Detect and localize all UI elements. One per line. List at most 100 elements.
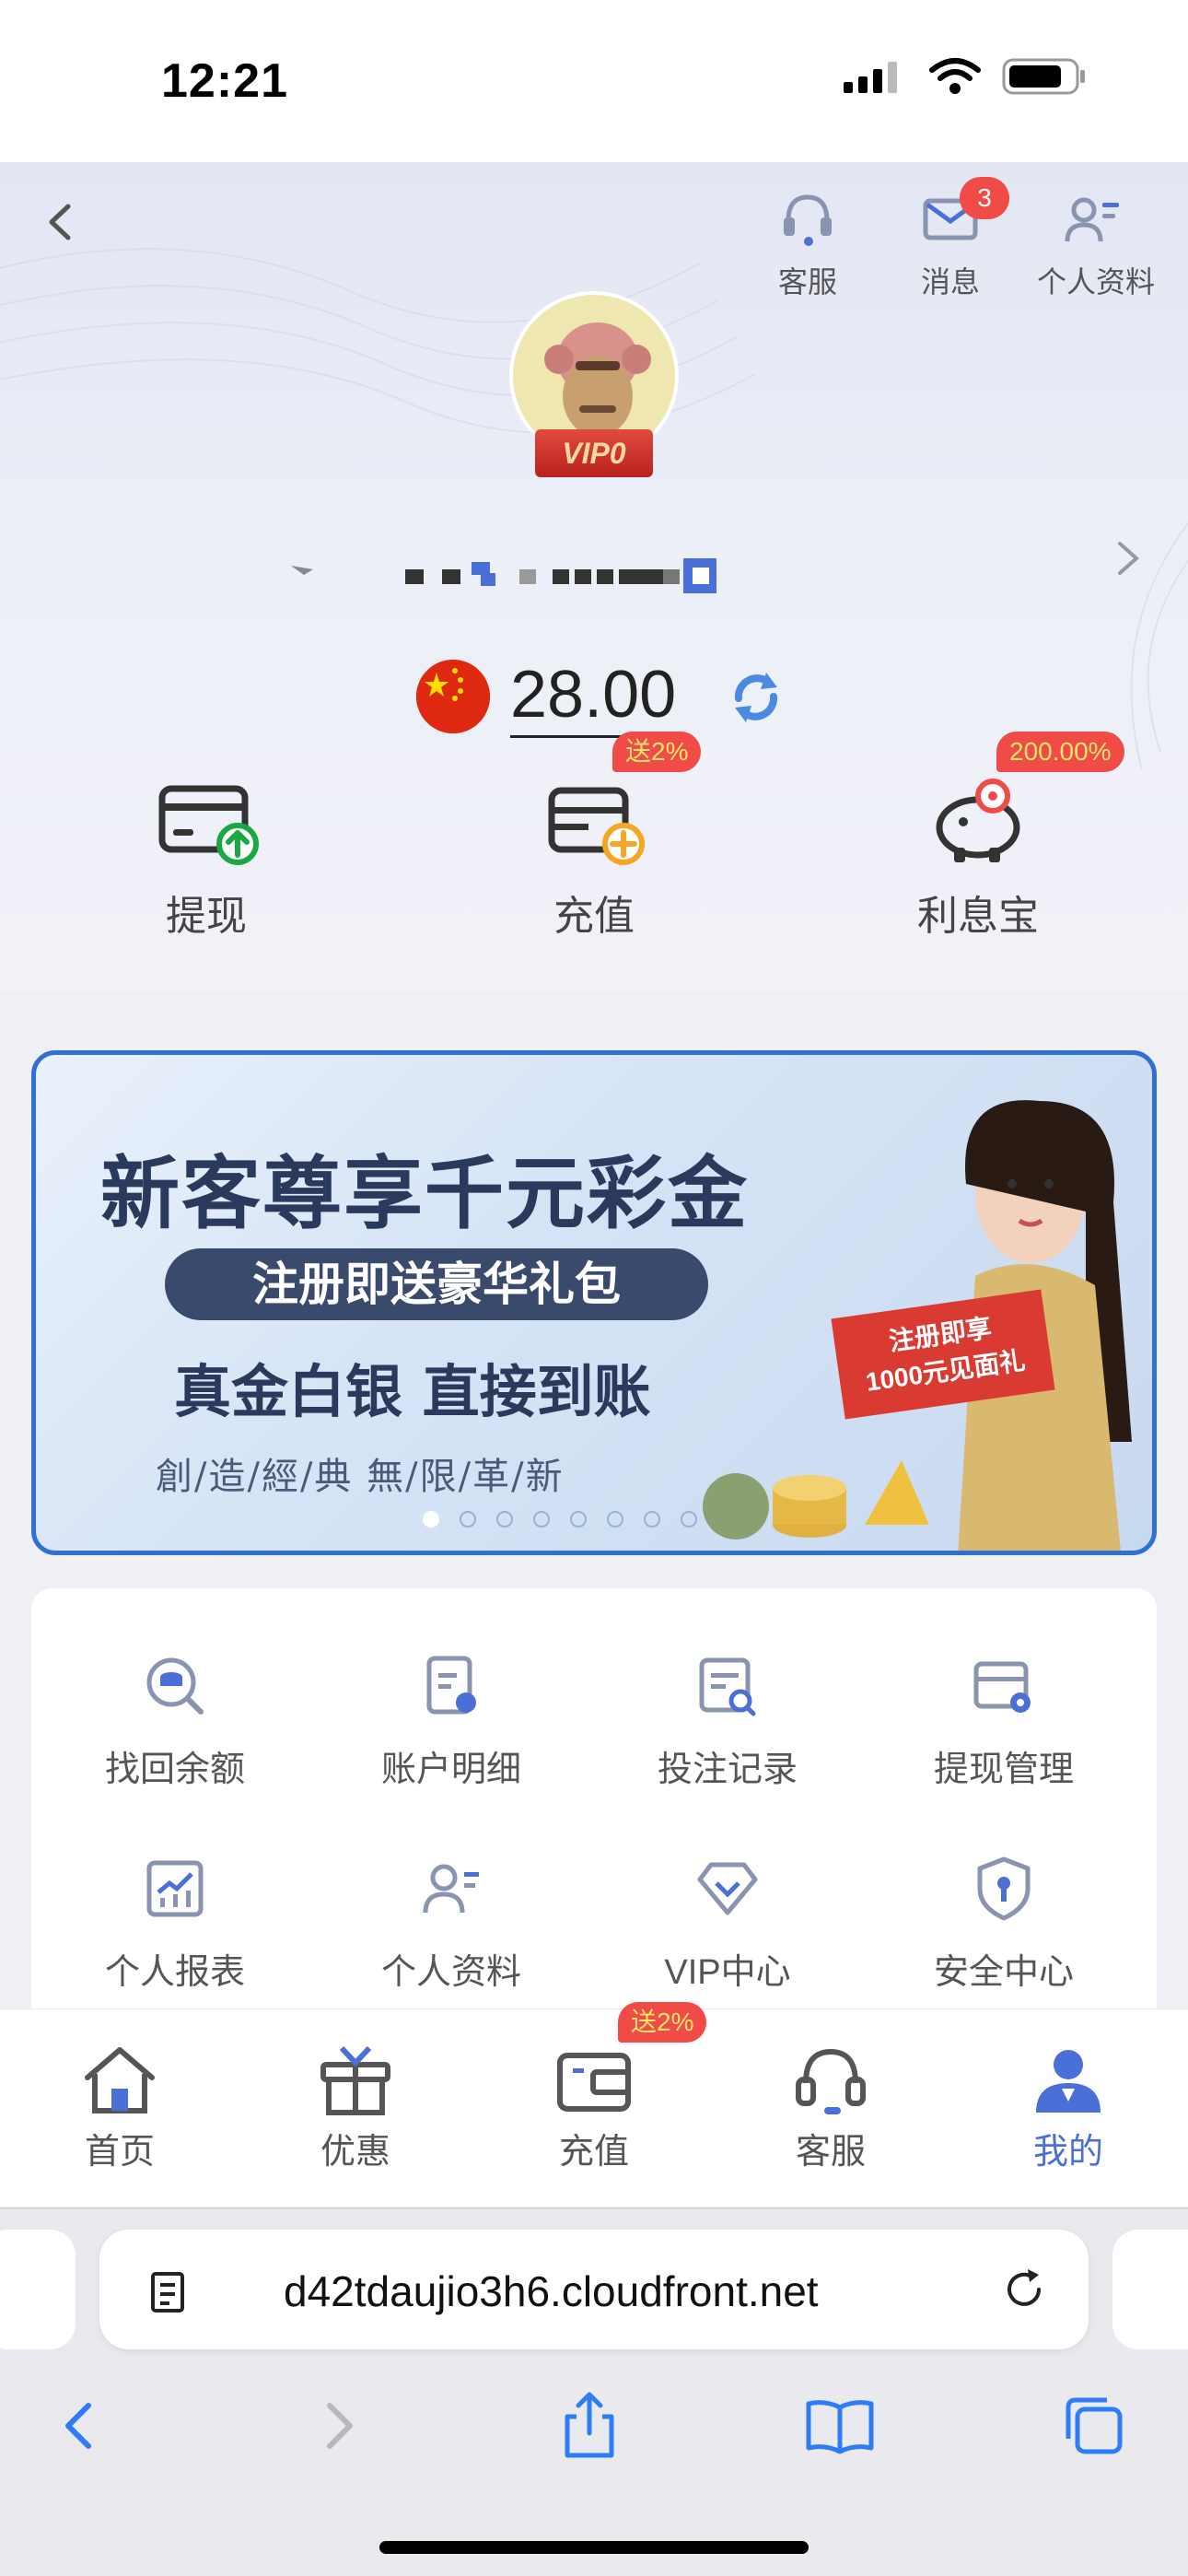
browser-forward-icon[interactable] — [302, 2389, 376, 2463]
address-bar[interactable]: d42tdaujio3h6.cloudfront.net — [99, 2230, 1089, 2349]
tab-label: 充值 — [558, 2133, 629, 2172]
home-icon — [85, 2047, 155, 2113]
withdraw-button[interactable]: 提现 — [96, 770, 317, 942]
profile-card-icon — [1065, 197, 1119, 242]
tab-label: 我的 — [1032, 2133, 1103, 2172]
deposit-label: 充值 — [553, 894, 635, 939]
withdraw-manage-icon — [973, 1661, 1031, 1713]
account-balance: 28.00 — [510, 658, 677, 738]
bet-records-icon — [699, 1657, 756, 1716]
carousel-dot[interactable] — [570, 1511, 587, 1528]
menu-label: 安全中心 — [933, 1953, 1074, 1992]
customer-service-button[interactable]: 客服 — [752, 186, 863, 301]
deposit-icon — [548, 787, 645, 865]
menu-label: 个人报表 — [104, 1953, 245, 1992]
menu-bet-records[interactable]: 投注记录 — [608, 1649, 847, 1791]
quick-actions: 提现 送2% 充值 200.00% 利息宝 — [0, 732, 1188, 954]
tab-label: 客服 — [795, 2133, 866, 2172]
menu-label: 个人资料 — [380, 1953, 521, 1992]
menu-label: 账户明细 — [380, 1751, 521, 1789]
next-tab-preview[interactable] — [1112, 2230, 1188, 2349]
reload-icon[interactable] — [996, 2262, 1052, 2317]
service-menu: 找回余额 账户明细 投注记录 提现管理 个人报表 个人资料 VIP中心 安全中心 — [31, 1588, 1157, 2012]
banner-subtitle: 真金白银 直接到账 — [174, 1358, 651, 1425]
menu-vip-center[interactable]: VIP中心 — [608, 1852, 847, 1994]
carousel-dot[interactable] — [644, 1511, 660, 1528]
menu-withdraw-manage[interactable]: 提现管理 — [884, 1649, 1124, 1791]
menu-personal-info[interactable]: 个人资料 — [332, 1852, 571, 1994]
carousel-dot[interactable] — [460, 1511, 476, 1528]
refresh-balance-icon[interactable] — [724, 665, 788, 730]
carousel-dot[interactable] — [533, 1511, 550, 1528]
promo-banner[interactable]: 新客尊享千元彩金 注册即送豪华礼包 真金白银 直接到账 創/造/經/典 無/限/… — [31, 1050, 1157, 1555]
vip-icon — [697, 1862, 758, 1915]
deposit-promo-badge: 送2% — [612, 732, 702, 772]
tab-home[interactable]: 首页 — [46, 2043, 193, 2173]
home-indicator — [379, 2541, 809, 2554]
banner-pill: 注册即送豪华礼包 — [165, 1248, 708, 1320]
deposit-button[interactable]: 送2% 充值 — [483, 732, 705, 942]
wifi-icon — [929, 58, 981, 94]
interest-promo-badge: 200.00% — [996, 732, 1124, 772]
carousel-dot[interactable] — [496, 1511, 513, 1528]
message-count-badge: 3 — [960, 177, 1009, 219]
tab-deposit-promo-badge: 送2% — [618, 2002, 707, 2043]
back-button[interactable] — [28, 190, 92, 254]
menu-security-center[interactable]: 安全中心 — [884, 1852, 1124, 1994]
personal-info-button[interactable]: 个人资料 — [1037, 186, 1156, 301]
menu-label: 找回余额 — [104, 1751, 245, 1789]
url-text: d42tdaujio3h6.cloudfront.net — [284, 2267, 819, 2315]
user-icon — [1036, 2050, 1101, 2113]
personal-info-label: 个人资料 — [1037, 265, 1156, 299]
banner-title: 新客尊享千元彩金 — [100, 1147, 749, 1240]
customer-service-label: 客服 — [777, 265, 837, 299]
bookmarks-icon[interactable] — [803, 2389, 877, 2463]
carousel-dot[interactable] — [423, 1511, 439, 1528]
headset-icon — [796, 2048, 866, 2114]
menu-retrieve-balance[interactable]: 找回余额 — [55, 1649, 295, 1791]
report-icon — [146, 1860, 204, 1917]
profile-header: 客服 3 消息 个人资料 VIP0 28.00 提现 送2% 充值 200.00… — [0, 162, 1188, 991]
menu-label: 投注记录 — [657, 1751, 798, 1789]
masked-username — [291, 558, 716, 593]
browser-toolbar: d42tdaujio3h6.cloudfront.net — [0, 2207, 1188, 2576]
tab-deposit[interactable]: 送2% 充值 — [520, 2002, 707, 2173]
bottom-tab-bar: 首页 优惠 送2% 充值 客服 我的 — [0, 2002, 1188, 2207]
tabs-icon[interactable] — [1057, 2389, 1131, 2463]
tab-customer-service[interactable]: 客服 — [757, 2043, 904, 2173]
carousel-dot[interactable] — [607, 1511, 623, 1528]
tab-label: 优惠 — [320, 2133, 390, 2172]
browser-back-icon[interactable] — [42, 2389, 116, 2463]
messages-label: 消息 — [920, 265, 980, 299]
status-time: 12:21 — [161, 54, 288, 108]
headset-icon — [784, 194, 832, 246]
reader-mode-icon[interactable] — [146, 2266, 192, 2318]
previous-tab-preview[interactable] — [0, 2230, 76, 2349]
withdraw-label: 提现 — [166, 894, 247, 939]
menu-personal-report[interactable]: 个人报表 — [55, 1852, 295, 1994]
share-icon[interactable] — [553, 2389, 626, 2463]
interest-treasure-label: 利息宝 — [917, 894, 1039, 939]
vip-level-badge: VIP0 — [535, 429, 653, 477]
personal-info-icon — [423, 1864, 479, 1914]
tab-label: 首页 — [84, 2133, 155, 2172]
messages-button[interactable]: 3 消息 — [895, 177, 1009, 301]
user-avatar[interactable]: VIP0 — [509, 291, 679, 477]
balance-row: 28.00 — [0, 641, 1188, 743]
withdraw-card-icon — [158, 785, 259, 865]
carousel-dot[interactable] — [681, 1511, 697, 1528]
wallet-icon — [557, 2053, 631, 2112]
gold-coins-icon — [703, 1460, 929, 1540]
menu-account-details[interactable]: 账户明细 — [332, 1649, 571, 1791]
retrieve-balance-icon — [146, 1657, 204, 1715]
interest-treasure-button[interactable]: 200.00% 利息宝 — [868, 732, 1124, 942]
gift-icon — [320, 2045, 390, 2115]
tab-mine[interactable]: 我的 — [995, 2043, 1142, 2173]
battery-icon — [1002, 58, 1085, 95]
menu-label: 提现管理 — [933, 1751, 1074, 1789]
carousel-dots — [423, 1511, 697, 1528]
profile-detail-chevron-icon[interactable] — [1105, 531, 1151, 586]
china-flag-icon — [416, 660, 490, 733]
piggy-bank-icon — [936, 779, 1020, 862]
tab-promotions[interactable]: 优惠 — [282, 2043, 429, 2173]
